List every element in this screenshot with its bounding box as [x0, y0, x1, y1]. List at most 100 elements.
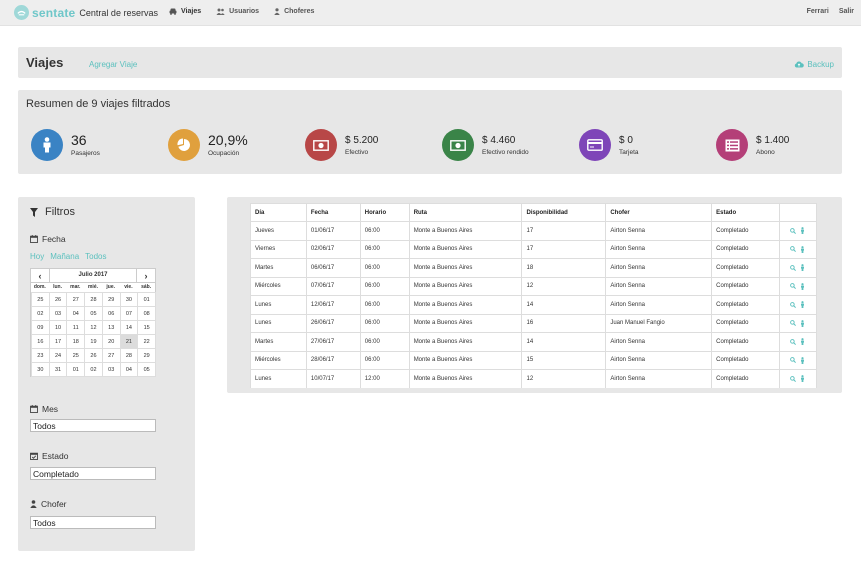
calendar-day[interactable]: 18 [66, 334, 86, 349]
person-icon[interactable] [800, 375, 805, 383]
calendar-next-button[interactable]: › [137, 269, 155, 282]
search-icon[interactable] [790, 301, 796, 308]
table-row[interactable]: Lunes 12/06/17 06:00 Monte a Buenos Aires 14… [250, 295, 818, 314]
calendar-day[interactable]: 12 [84, 320, 103, 335]
add-trip-link[interactable]: Agregar Viaje [89, 60, 137, 69]
search-icon[interactable] [790, 338, 796, 345]
chofer-select[interactable]: Todos [30, 516, 156, 529]
quick-todos-link[interactable]: Todos [85, 252, 106, 261]
calendar-day[interactable]: 09 [31, 320, 50, 335]
person-icon[interactable] [800, 227, 805, 235]
search-icon[interactable] [790, 246, 796, 253]
calendar-day[interactable]: 29 [137, 348, 156, 363]
calendar-day[interactable]: 16 [31, 334, 50, 349]
calendar-day[interactable]: 06 [101, 306, 121, 321]
table-row[interactable]: Lunes 10/07/17 12:00 Monte a Buenos Aires 12… [250, 369, 818, 388]
calendar-day[interactable]: 28 [84, 292, 103, 307]
calendar-day[interactable]: 17 [48, 334, 68, 349]
user-name-link[interactable]: Ferrari [807, 8, 829, 15]
column-header[interactable]: Estado [711, 203, 780, 222]
nav-choferes[interactable]: Choferes [274, 8, 314, 15]
calendar-day[interactable]: 05 [84, 306, 103, 321]
person-icon[interactable] [800, 319, 805, 327]
person-icon[interactable] [800, 338, 805, 346]
calendar-day[interactable]: 25 [31, 292, 50, 307]
user-nav: Ferrari Salir [797, 8, 854, 15]
row-actions [778, 350, 818, 370]
person-icon[interactable] [800, 282, 805, 290]
calendar-day[interactable]: 26 [48, 292, 68, 307]
table-cell: Completado [711, 239, 780, 259]
calendar-day[interactable]: 22 [137, 334, 156, 349]
column-header[interactable]: Ruta [408, 203, 523, 222]
quick-manana-link[interactable]: Mañana [50, 252, 79, 261]
calendar-day[interactable]: 05 [137, 362, 156, 377]
column-header[interactable]: Disponibilidad [521, 203, 607, 222]
backup-link[interactable]: Backup [794, 60, 834, 69]
calendar-day[interactable]: 03 [101, 362, 121, 377]
calendar-day[interactable]: 03 [48, 306, 68, 321]
quick-hoy-link[interactable]: Hoy [30, 252, 44, 261]
calendar-day[interactable]: 13 [101, 320, 121, 335]
person-icon[interactable] [800, 264, 805, 272]
calendar-day[interactable]: 24 [48, 348, 68, 363]
calendar-day[interactable]: 23 [31, 348, 50, 363]
table-cell: 02/06/17 [305, 239, 361, 259]
calendar-day[interactable]: 26 [84, 348, 103, 363]
table-row[interactable]: Viernes 02/06/17 06:00 Monte a Buenos Aires… [250, 239, 818, 259]
brand[interactable]: sentate Central de reservas [14, 5, 158, 20]
calendar-day[interactable]: 01 [66, 362, 86, 377]
calendar-day[interactable]: 01 [137, 292, 156, 307]
table-row[interactable]: Martes 27/06/17 06:00 Monte a Buenos Aires 1… [250, 332, 818, 351]
calendar-prev-button[interactable]: ‹ [31, 269, 49, 282]
column-header[interactable]: Horario [359, 203, 410, 222]
person-icon[interactable] [800, 356, 805, 364]
nav-viajes[interactable]: Viajes [169, 8, 201, 15]
search-icon[interactable] [790, 283, 796, 290]
calendar-day[interactable]: 14 [119, 320, 139, 335]
calendar-day[interactable]: 11 [66, 320, 86, 335]
calendar-day[interactable]: 02 [31, 306, 50, 321]
table-row[interactable]: Jueves 01/06/17 06:00 Monte a Buenos Aires 1… [250, 221, 818, 240]
person-icon[interactable] [800, 245, 805, 253]
calendar-day[interactable]: 27 [101, 348, 121, 363]
search-icon[interactable] [790, 264, 796, 271]
calendar-month[interactable]: Julio 2017 [49, 269, 137, 282]
calendar-day[interactable]: 04 [119, 362, 139, 377]
table-row[interactable]: Miércoles 07/06/17 06:00 Monte a Buenos Air… [250, 276, 818, 296]
nav-usuarios[interactable]: Usuarios [216, 8, 259, 15]
table-cell: 12 [521, 276, 607, 296]
calendar-day[interactable]: 28 [119, 348, 139, 363]
search-icon[interactable] [790, 357, 796, 364]
calendar-day[interactable]: 27 [66, 292, 86, 307]
search-icon[interactable] [790, 320, 796, 327]
mes-select[interactable]: Todos [30, 419, 156, 432]
column-header[interactable] [778, 203, 818, 222]
calendar-day[interactable]: 30 [119, 292, 139, 307]
search-icon[interactable] [790, 376, 796, 382]
person-icon[interactable] [800, 301, 805, 309]
calendar-day[interactable]: 08 [137, 306, 156, 321]
calendar-day[interactable]: 10 [48, 320, 68, 335]
calendar-day[interactable]: 20 [101, 334, 121, 349]
table-row[interactable]: Lunes 26/06/17 06:00 Monte a Buenos Aires 16… [250, 313, 818, 333]
calendar-day[interactable]: 31 [48, 362, 68, 377]
logout-link[interactable]: Salir [839, 8, 854, 15]
row-actions [778, 258, 818, 277]
calendar-day[interactable]: 02 [84, 362, 103, 377]
column-header[interactable]: Día [250, 203, 307, 222]
calendar-day[interactable]: 15 [137, 320, 156, 335]
estado-select[interactable]: Completado [30, 467, 156, 480]
calendar-day[interactable]: 30 [31, 362, 50, 377]
column-header[interactable]: Chofer [605, 203, 713, 222]
calendar-day[interactable]: 19 [84, 334, 103, 349]
table-row[interactable]: Miércoles 28/06/17 06:00 Monte a Buenos Air… [250, 350, 818, 370]
table-row[interactable]: Martes 06/06/17 06:00 Monte a Buenos Aires 1… [250, 258, 818, 277]
calendar-day[interactable]: 29 [101, 292, 121, 307]
search-icon[interactable] [790, 227, 796, 234]
calendar-day[interactable]: 04 [66, 306, 86, 321]
column-header[interactable]: Fecha [305, 203, 361, 222]
calendar-day[interactable]: 25 [66, 348, 86, 363]
calendar-day[interactable]: 07 [119, 306, 139, 321]
calendar-day[interactable]: 21 [119, 334, 139, 349]
